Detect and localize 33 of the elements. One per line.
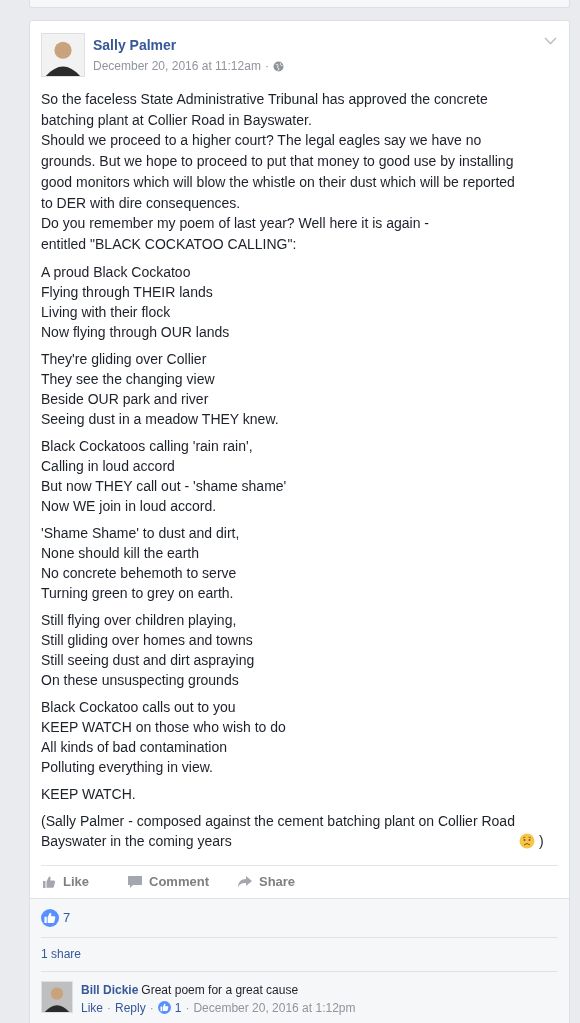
closing-parenthesis: ) [538,831,544,851]
post-paragraph: 'Shame Shame' to dust and dirt, None should kill the earth No concrete behemoth to serve Turning green to grey on earth. [41,523,241,603]
worried-face-icon [518,832,535,849]
comment-action-link[interactable]: Reply [115,998,146,1017]
closing-paragraph: (Sally Palmer - composed against the cement batching plant on Collier Road Bayswater in the coming years [41,811,515,851]
separator-dot: · [149,999,154,1017]
separator-dot: · [185,999,190,1017]
shares-link[interactable]: 1 share [41,945,82,964]
avatar[interactable] [41,33,85,77]
comment-action-link[interactable]: Like [81,998,103,1017]
speech-bubble-icon [127,873,143,890]
post-paragraph: So the faceless State Administrative Tribunal has approved the concrete batching plant at Collier Road in Bayswater. Should we proceed to a higher court? The legal eagles say we have no grounds. But we hope to proceed to put that money to good use by installing good monitors which will blow the whistle on their dust which will be reported to DER with dire consequences. Do you remember my poem of last year? Well here it is again - entitled "BLACK COCKATOO CALLING": [41,90,516,254]
post-paragraph: Black Cockatoos calling 'rain rain', Calling in loud accord But now THEY call out - 'shame shame' Now WE join in loud accord. [41,436,288,516]
avatar[interactable] [41,980,73,1013]
post-paragraph: Still flying over children playing, Still gliding over homes and towns Still seeing dust and dirt aspraying On these unsuspecting grounds [41,610,256,690]
like-badge-icon [41,908,59,927]
post-paragraph: KEEP WATCH. [41,784,137,804]
like-badge-icon [157,1001,171,1015]
action-link[interactable]: Comment [127,871,209,892]
post-paragraph: A proud Black Cockatoo Flying through THEIR lands Living with their flock Now flying through OUR lands [41,262,231,342]
separator-dot: · [107,999,111,1017]
action-link[interactable]: Share [236,871,296,892]
comment-text: Great poem for a great cause [141,981,299,999]
share-arrow-icon [236,874,253,889]
post-paragraph: They're gliding over Collier They see the changing view Beside OUR park and river Seeing dust in a meadow THEY knew. [41,349,280,429]
post-paragraph: Black Cockatoo calls out to you KEEP WATCH on those who wish to do All kinds of bad contamination Polluting everything in view. [41,697,287,777]
like-count[interactable]: 7 [63,907,71,928]
action-link[interactable]: Like [41,871,89,892]
commenter-name[interactable]: Bill Dickie [81,980,139,999]
globe-icon [272,60,284,72]
author-name[interactable]: Sally Palmer [93,36,177,54]
comment-like-count[interactable]: 1 [174,998,182,1017]
separator-dot: · [264,58,269,75]
